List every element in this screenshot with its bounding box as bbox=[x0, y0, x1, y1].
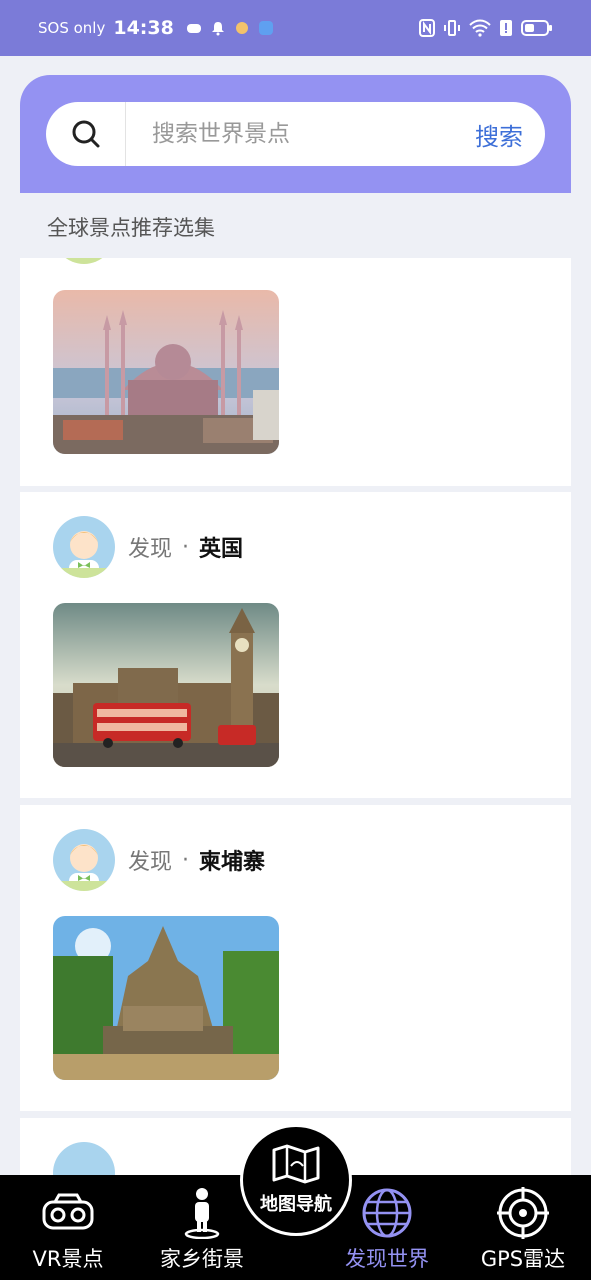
attraction-photo[interactable] bbox=[53, 916, 279, 1080]
game-controller-icon bbox=[186, 24, 201, 33]
list-item[interactable]: 发现 · 柬埔寨 bbox=[20, 805, 571, 1111]
nav-hometown-streetview[interactable]: 家乡街景 bbox=[150, 1175, 254, 1280]
country-name: 柬埔寨 bbox=[199, 850, 266, 875]
nav-label: 家乡街景 bbox=[160, 1247, 244, 1271]
bell-icon bbox=[211, 22, 224, 36]
country-name: 英国 bbox=[199, 537, 244, 562]
battery-icon bbox=[521, 20, 552, 36]
attraction-photo[interactable] bbox=[53, 603, 279, 767]
carrier-text: SOS only bbox=[38, 19, 106, 37]
avatar bbox=[53, 258, 115, 264]
map-icon bbox=[271, 1144, 321, 1188]
map-navigation-button[interactable]: 地图导航 bbox=[240, 1124, 352, 1236]
search-input[interactable] bbox=[126, 121, 475, 147]
avatar bbox=[53, 829, 115, 891]
attractions-feed[interactable]: 发现 · 英国 发现 · 柬埔寨 bbox=[20, 258, 571, 1175]
nav-gps-radar[interactable]: GPS雷达 bbox=[470, 1175, 576, 1280]
nav-vr-attractions[interactable]: VR景点 bbox=[16, 1175, 120, 1280]
search-icon[interactable] bbox=[46, 102, 126, 166]
wifi-icon bbox=[469, 19, 491, 37]
discover-label: 发现 bbox=[128, 537, 173, 562]
card-header: 发现 · 柬埔寨 bbox=[53, 829, 265, 891]
globe-icon bbox=[361, 1187, 413, 1239]
avatar bbox=[53, 1142, 115, 1175]
search-bar: 搜索 bbox=[46, 102, 545, 166]
attraction-photo[interactable] bbox=[53, 290, 279, 454]
search-button[interactable]: 搜索 bbox=[475, 117, 545, 152]
alert-icon bbox=[500, 20, 512, 36]
separator: · bbox=[182, 534, 190, 560]
app-notification-icon bbox=[235, 22, 248, 34]
radar-icon bbox=[497, 1187, 549, 1239]
person-pin-icon bbox=[182, 1187, 222, 1239]
list-item[interactable] bbox=[20, 258, 571, 486]
nav-label: VR景点 bbox=[32, 1247, 104, 1271]
nav-label: 发现世界 bbox=[345, 1247, 429, 1271]
section-title: 全球景点推荐选集 bbox=[47, 216, 215, 240]
map-navigation-label: 地图导航 bbox=[260, 1194, 332, 1215]
card-header: 发现 · 英国 bbox=[53, 516, 243, 578]
nav-label: GPS雷达 bbox=[480, 1247, 566, 1271]
header: 搜索 bbox=[20, 75, 571, 193]
vibrate-icon bbox=[444, 20, 460, 36]
vr-headset-icon bbox=[41, 1187, 95, 1239]
app-badge-icon bbox=[258, 21, 273, 35]
discover-label: 发现 bbox=[128, 850, 173, 875]
nfc-icon bbox=[419, 19, 435, 37]
separator: · bbox=[182, 847, 190, 873]
list-item[interactable]: 发现 · 英国 bbox=[20, 492, 571, 798]
avatar bbox=[53, 516, 115, 578]
status-bar: SOS only 14:38 bbox=[0, 0, 591, 56]
clock: 14:38 bbox=[113, 17, 174, 39]
